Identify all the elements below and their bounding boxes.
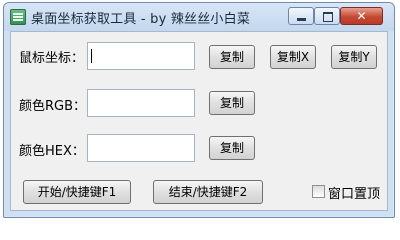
minimize-button[interactable] — [288, 7, 314, 25]
stop-button[interactable]: 结束/快捷键F2 — [153, 180, 263, 204]
color-rgb-label: 颜色RGB： — [19, 99, 87, 114]
title-bar[interactable]: 桌面坐标获取工具 - by 辣丝丝小白菜 — [4, 3, 394, 31]
topmost-checkbox[interactable] — [312, 185, 325, 198]
client-area: 鼠标坐标： 复制 复制X 复制Y 颜色RGB： 复制 颜色HEX： 复制 开始/… — [10, 31, 388, 211]
copy-hex-button[interactable]: 复制 — [209, 136, 255, 160]
copy-y-button[interactable]: 复制Y — [331, 45, 377, 69]
app-window: 桌面坐标获取工具 - by 辣丝丝小白菜 鼠标坐标： 复制 复制X 复制Y 颜色… — [3, 2, 395, 218]
start-button[interactable]: 开始/快捷键F1 — [23, 180, 131, 204]
color-rgb-field[interactable] — [87, 89, 195, 117]
app-icon — [10, 9, 26, 25]
maximize-button[interactable] — [314, 7, 340, 25]
color-hex-field[interactable] — [87, 134, 195, 162]
mouse-coords-field[interactable] — [87, 42, 195, 70]
copy-coords-button[interactable]: 复制 — [209, 45, 255, 69]
window-title: 桌面坐标获取工具 - by 辣丝丝小白菜 — [31, 12, 251, 27]
text-caret — [91, 49, 92, 63]
copy-rgb-button[interactable]: 复制 — [209, 91, 255, 115]
color-hex-label: 颜色HEX： — [19, 144, 85, 159]
topmost-label[interactable]: 窗口置顶 — [328, 183, 380, 202]
mouse-coords-label: 鼠标坐标： — [19, 51, 85, 66]
copy-x-button[interactable]: 复制X — [270, 45, 316, 69]
close-button[interactable] — [340, 7, 383, 25]
